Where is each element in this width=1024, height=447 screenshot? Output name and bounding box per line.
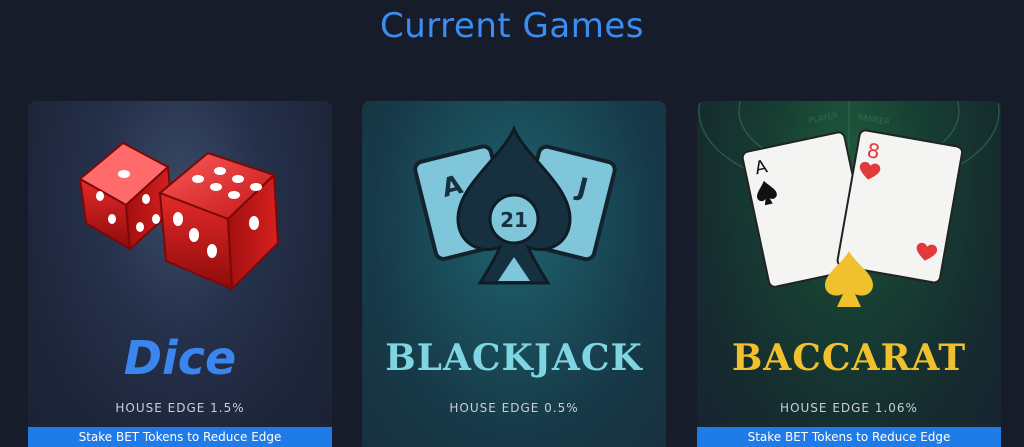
stake-tokens-banner[interactable]: Stake BET Tokens to Reduce Edge (28, 427, 332, 447)
blackjack-21-badge: 21 (500, 208, 528, 232)
spade-cards-icon: A J 21 (413, 125, 617, 285)
section-title: Current Games (380, 6, 644, 46)
game-title: BACCARAT (731, 337, 967, 379)
game-title: Dice (123, 331, 237, 385)
house-edge-label: HOUSE EDGE 1.5% (115, 401, 245, 415)
house-edge-label: HOUSE EDGE 1.06% (780, 401, 918, 415)
game-card-blackjack[interactable]: A J 21 BLACKJACK HOUSE EDGE 0.5% (362, 101, 666, 447)
dice-icon (78, 141, 280, 292)
table-label-player: PLAYER (808, 111, 839, 125)
table-label-banker: BANKER (857, 112, 891, 127)
baccarat-cards-icon: PLAYER BANKER A 8 (698, 101, 1000, 307)
game-title: BLACKJACK (385, 337, 643, 379)
house-edge-label: HOUSE EDGE 0.5% (449, 401, 579, 415)
stake-tokens-banner[interactable]: Stake BET Tokens to Reduce Edge (697, 427, 1001, 447)
game-card-baccarat[interactable]: PLAYER BANKER A 8 BACCARAT HOUSE EDGE 1.… (697, 101, 1001, 447)
game-card-dice[interactable]: Dice HOUSE EDGE 1.5% Stake BET Tokens to… (28, 101, 332, 447)
games-page: Current Games Dice HOUSE EDGE 1.5% Stake… (0, 0, 1024, 447)
